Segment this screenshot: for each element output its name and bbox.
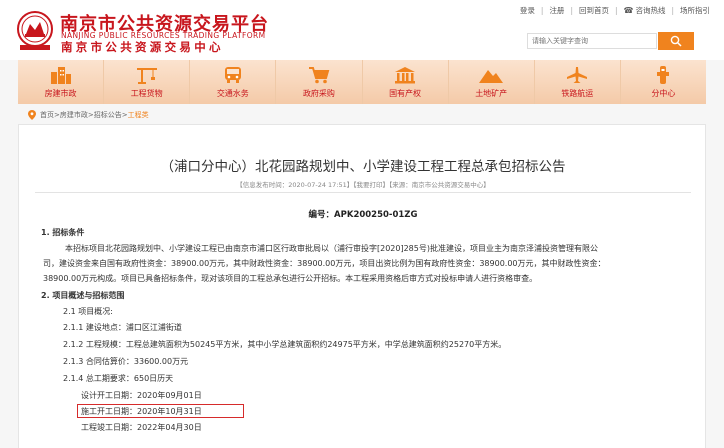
paragraph-line: 本招标项目北花园路规划中、小学建设工程已由南京市浦口区行政审批局以（浦行审投字[… (65, 244, 598, 253)
nav-item-goods[interactable]: 工程货物 (104, 60, 191, 104)
search-input[interactable] (527, 33, 657, 49)
project-code: 编号：APK200250-01ZG (308, 210, 418, 220)
paragraph-line: 2.1.2 工程规模：工程总建筑面积为50245平方米，其中小学总建筑面积约24… (63, 340, 507, 349)
nav-label: 国有产权 (389, 89, 422, 98)
site-logo-icon[interactable] (16, 10, 54, 52)
nav-item-land[interactable]: 土地矿产 (449, 60, 535, 104)
breadcrumb: 首页>房建市政>招标公告> 工程类 (28, 110, 149, 120)
hotline-link[interactable]: 咨询热线 (635, 5, 665, 16)
nav-item-procurement[interactable]: 政府采购 (276, 60, 363, 104)
site-subtitle: 南京市公共资源交易中心 (61, 40, 224, 54)
nav-label: 土地矿产 (475, 89, 508, 98)
nav-item-branch[interactable]: 分中心 (621, 60, 706, 104)
location-pin-icon (28, 110, 36, 120)
divider (35, 192, 691, 193)
nav-item-housing[interactable]: 房建市政 (18, 60, 105, 104)
paragraph-line: 工程竣工日期：2022年04月30日 (81, 423, 202, 432)
site-header: 南京市公共资源交易平台 NANJING PUBLIC RESOURCES TRA… (0, 0, 724, 60)
login-link[interactable]: 登录 (520, 5, 535, 16)
nav-item-state-property[interactable]: 国有产权 (363, 60, 449, 104)
article-meta: 【信息发布时间：2020-07-24 17:51】【我要打印】【来源：南京市公共… (236, 181, 490, 189)
nav-label: 分中心 (651, 89, 676, 98)
paragraph-line: 2.1.1 建设地点：浦口区江浦街道 (63, 323, 182, 332)
paragraph-line: 2.1.4 总工期要求：650日历天 (63, 374, 174, 383)
paragraph-line: 38900.00万元构成。项目已具备招标条件，现对该项目的工程总承包进行公开招标… (43, 274, 538, 283)
buildings-icon (50, 67, 71, 84)
nav-item-rail-shipping[interactable]: 铁路航运 (535, 60, 621, 104)
nav-item-transport[interactable]: 交通水务 (190, 60, 277, 104)
top-links: 登录 | 注册 | 回到首页 | ☎ 咨询热线 | 场所指引 (520, 5, 710, 16)
section-heading: 1. 招标条件 (41, 228, 85, 237)
paragraph-line: 2.1 项目概况: (63, 307, 113, 316)
venue-guide-link[interactable]: 场所指引 (680, 5, 710, 16)
nav-label: 工程货物 (130, 89, 163, 98)
breadcrumb-current: 工程类 (127, 111, 149, 119)
bus-icon (224, 67, 241, 83)
link-separator: | (671, 6, 674, 15)
nav-label: 铁路航运 (561, 89, 594, 98)
link-separator: | (570, 6, 573, 15)
nav-label: 交通水务 (216, 89, 249, 98)
highlight-box (77, 404, 244, 418)
breadcrumb-path[interactable]: 首页>房建市政>招标公告> (40, 110, 128, 120)
cart-icon (308, 67, 330, 84)
phone-icon: ☎ (623, 6, 634, 15)
branch-icon (657, 66, 670, 84)
link-separator: | (614, 6, 618, 15)
page: 南京市公共资源交易平台 NANJING PUBLIC RESOURCES TRA… (0, 0, 724, 448)
plane-icon (567, 67, 588, 83)
nav-label: 政府采购 (302, 89, 335, 98)
search-button[interactable] (658, 32, 694, 50)
nav-label: 房建市政 (44, 89, 77, 98)
section-heading: 2. 项目概述与招标范围 (41, 291, 125, 300)
crane-icon (136, 68, 157, 84)
main-nav: 房建市政 工程货物 交通水务 政府采购 国有产权 土地矿产 铁路航运 分中心 (18, 60, 706, 104)
article-title: （浦口分中心）北花园路规划中、小学建设工程工程总承包招标公告 (160, 159, 566, 175)
paragraph-line: 司，建设资金来自国有政府性资金：38900.00万元，其中财政性资金：38900… (43, 259, 606, 268)
bank-icon (395, 67, 416, 84)
link-separator: | (540, 6, 544, 15)
paragraph-line: 设计开工日期：2020年09月01日 (81, 391, 202, 400)
mountain-icon (479, 70, 504, 83)
content-panel: （浦口分中心）北花园路规划中、小学建设工程工程总承包招标公告 【信息发布时间：2… (18, 124, 706, 448)
paragraph-line: 2.1.3 合同估算价：33600.00万元 (63, 357, 189, 366)
search-icon (670, 35, 682, 47)
home-link[interactable]: 回到首页 (579, 5, 609, 16)
register-link[interactable]: 注册 (549, 5, 564, 16)
